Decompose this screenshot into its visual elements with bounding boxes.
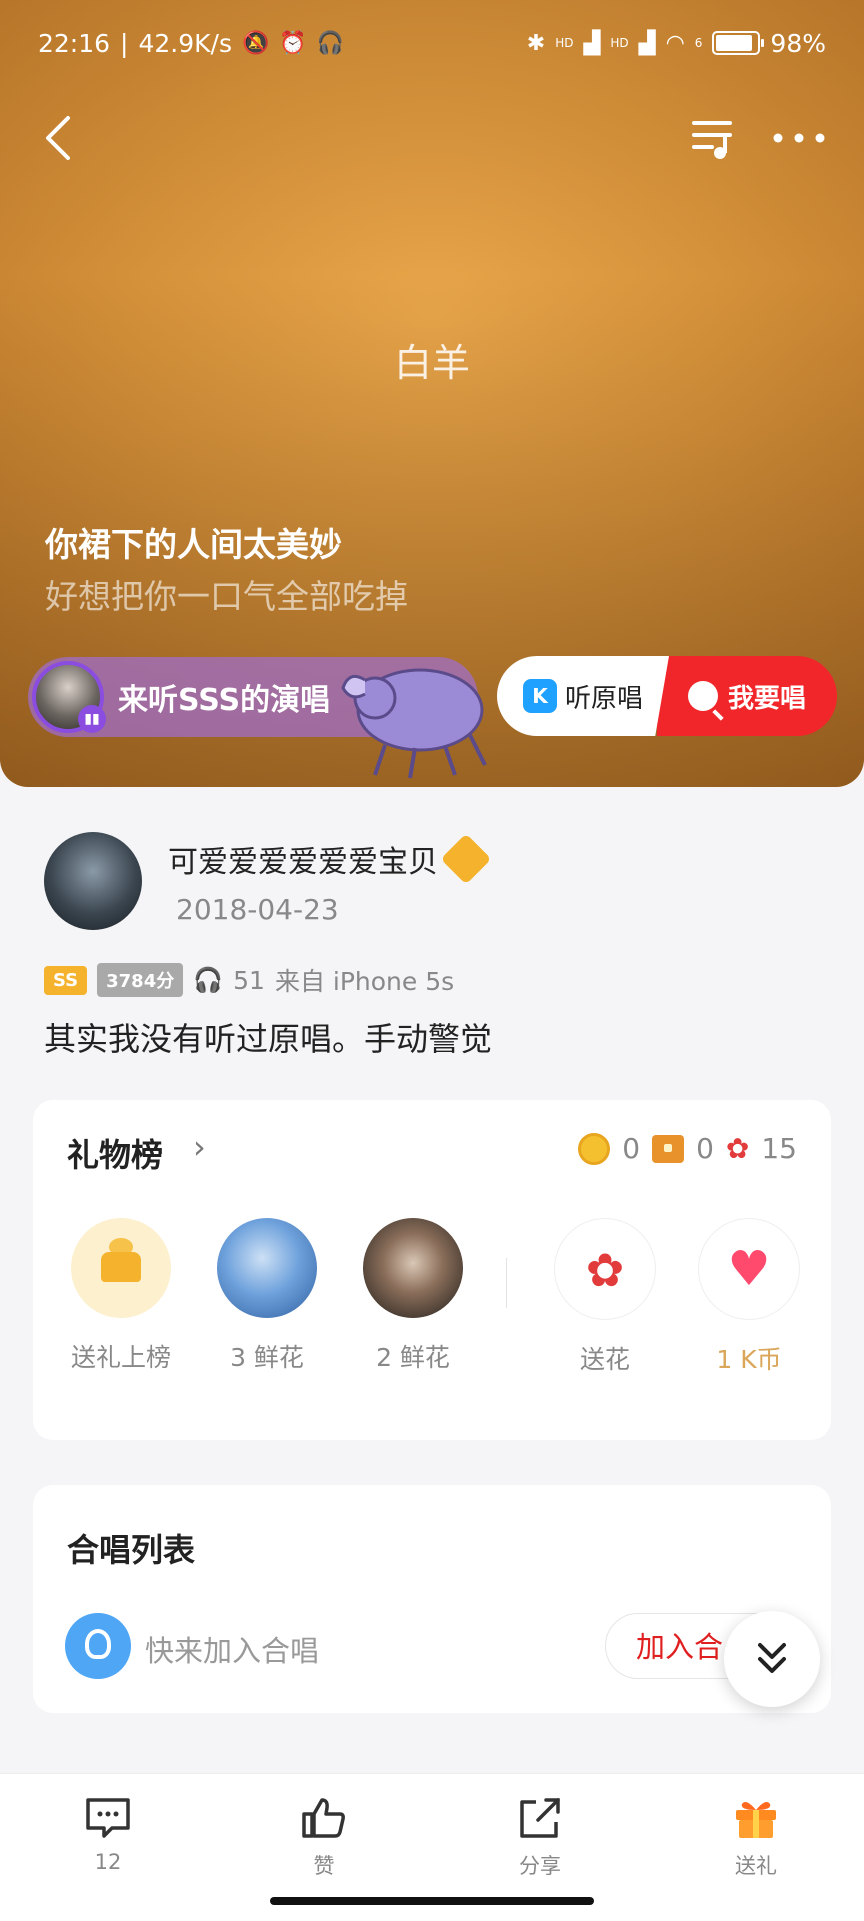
flower-count: 15 [761, 1132, 797, 1165]
bluetooth-icon: ✱ [526, 30, 546, 56]
upload-date: 2018-04-23 [176, 892, 339, 926]
avatar [217, 1218, 317, 1318]
share-label: 分享 [519, 1854, 561, 1878]
avatar[interactable] [44, 832, 142, 930]
lyric-current-line: 你裙下的人间太美妙 [45, 525, 342, 564]
like-label: 赞 [313, 1854, 335, 1878]
home-indicator[interactable] [270, 1897, 594, 1905]
chest-count: 0 [696, 1132, 714, 1165]
send-flower-button[interactable]: ✿ 送花 [535, 1218, 675, 1376]
scroll-down-button[interactable] [724, 1611, 820, 1707]
gift-board-title[interactable]: 礼物榜 [67, 1130, 163, 1176]
treasure-chest-icon [652, 1134, 685, 1163]
gift-item-label: 送礼上榜 [70, 1343, 171, 1372]
gift-item-label: 3 鲜花 [230, 1343, 304, 1372]
rose-gift-icon: ✿ [554, 1218, 656, 1320]
gift-rank-user-2[interactable]: 2 鲜花 [343, 1218, 483, 1374]
double-chevron-down-icon [758, 1643, 786, 1673]
score-tag: 3784分 [97, 963, 184, 997]
sofa-icon [71, 1218, 171, 1318]
sing-actions: K 听原唱 我要唱 [497, 656, 837, 736]
microphone-icon [687, 681, 718, 711]
lyric-next-line: 好想把你一口气全部吃掉 [45, 577, 408, 616]
song-title: 白羊 [393, 341, 470, 385]
work-caption: 其实我没有听过原唱。手动警觉 [44, 1020, 493, 1058]
heart-gift-icon: ♥ [698, 1218, 800, 1320]
gift-item-label: 送花 [579, 1345, 630, 1374]
device-source: 来自 iPhone 5s [274, 967, 455, 996]
gift-rank-user-1[interactable]: 3 鲜花 [197, 1218, 337, 1374]
signal-icon-2: ▟ [638, 30, 656, 56]
comment-count: 12 [94, 1850, 122, 1874]
gift-label: 送礼 [735, 1854, 777, 1878]
chorus-icon [65, 1613, 131, 1679]
status-time: 22:16 [38, 28, 111, 58]
mute-icon: 🔕 [242, 30, 270, 56]
gift-item-label: 1 K币 [716, 1345, 782, 1374]
chorus-list-card: 合唱列表 快来加入合唱 加入合 [33, 1485, 831, 1713]
performer-avatar: ▮▮ [32, 661, 106, 733]
coin-icon [578, 1132, 611, 1165]
alarm-icon: ⏰ [279, 30, 307, 56]
gift-stats: 0 0 ✿ 15 [578, 1132, 797, 1165]
gift-item-label: 2 鲜花 [376, 1343, 450, 1372]
sing-label: 我要唱 [727, 683, 806, 714]
gift-icon [736, 1802, 776, 1838]
sing-button[interactable]: 我要唱 [657, 656, 837, 736]
signal-hd-label-2: HD [610, 36, 629, 50]
comment-button[interactable]: 12 [48, 1796, 168, 1874]
kmusic-icon: K [522, 679, 557, 713]
gift-rank-empty-slot[interactable]: 送礼上榜 [51, 1218, 191, 1374]
listen-original-label: 听原唱 [564, 683, 643, 714]
playlist-icon[interactable] [690, 115, 738, 163]
share-button[interactable]: 分享 [480, 1796, 600, 1880]
divider [506, 1258, 507, 1308]
more-icon[interactable] [770, 120, 828, 156]
chevron-right-icon[interactable]: › [193, 1128, 206, 1166]
work-meta-row: SS 3784分 🎧 51 来自 iPhone 5s [44, 962, 454, 998]
uploader-row: 可爱爱爱爱爱爱宝贝 2018-04-23 [44, 832, 492, 930]
comment-icon [86, 1798, 130, 1838]
like-icon [302, 1798, 345, 1838]
sheep-sticker-icon [341, 668, 487, 779]
wifi-icon: ◠ [665, 30, 685, 56]
status-bar: 22:16 | 42.9K/s 🔕 ⏰ 🎧 ✱ HD ▟ HD ▟ ◠ 6 98… [38, 28, 826, 58]
send-kcoin-button[interactable]: ♥ 1 K币 [679, 1218, 819, 1376]
listen-original-button[interactable]: K 听原唱 [497, 656, 669, 736]
listen-performer-text: 来听SSS的演唱 [118, 683, 331, 718]
user-name[interactable]: 可爱爱爱爱爱爱宝贝 [168, 837, 438, 881]
avatar [363, 1218, 463, 1318]
network-speed: 42.9K/s [138, 28, 232, 58]
battery-icon [712, 31, 765, 55]
like-button[interactable]: 赞 [264, 1796, 384, 1880]
vip-badge-icon [440, 833, 492, 884]
headphone-icon: 🎧 [193, 966, 224, 994]
coin-count: 0 [622, 1132, 641, 1165]
rose-icon: ✿ [725, 1132, 750, 1165]
playing-bars-icon: ▮▮ [78, 705, 106, 733]
chorus-list-title: 合唱列表 [67, 1531, 196, 1569]
signal-hd-label-1: HD [555, 36, 574, 50]
chorus-hint: 快来加入合唱 [145, 1634, 320, 1668]
level-tag: SS [44, 965, 88, 995]
gift-board-card: 礼物榜 › 0 0 ✿ 15 送礼上榜 3 鲜花 2 鲜花 ✿ 送花 ♥ 1 K… [33, 1100, 831, 1440]
battery-level: 98% [770, 28, 826, 58]
signal-icon-1: ▟ [583, 30, 601, 56]
listen-count: 51 [233, 965, 265, 995]
send-gift-button[interactable]: 送礼 [696, 1796, 816, 1880]
wifi-badge: 6 [694, 36, 703, 50]
back-icon[interactable] [38, 112, 82, 164]
headset-icon: 🎧 [316, 30, 345, 56]
share-icon [520, 1798, 560, 1838]
